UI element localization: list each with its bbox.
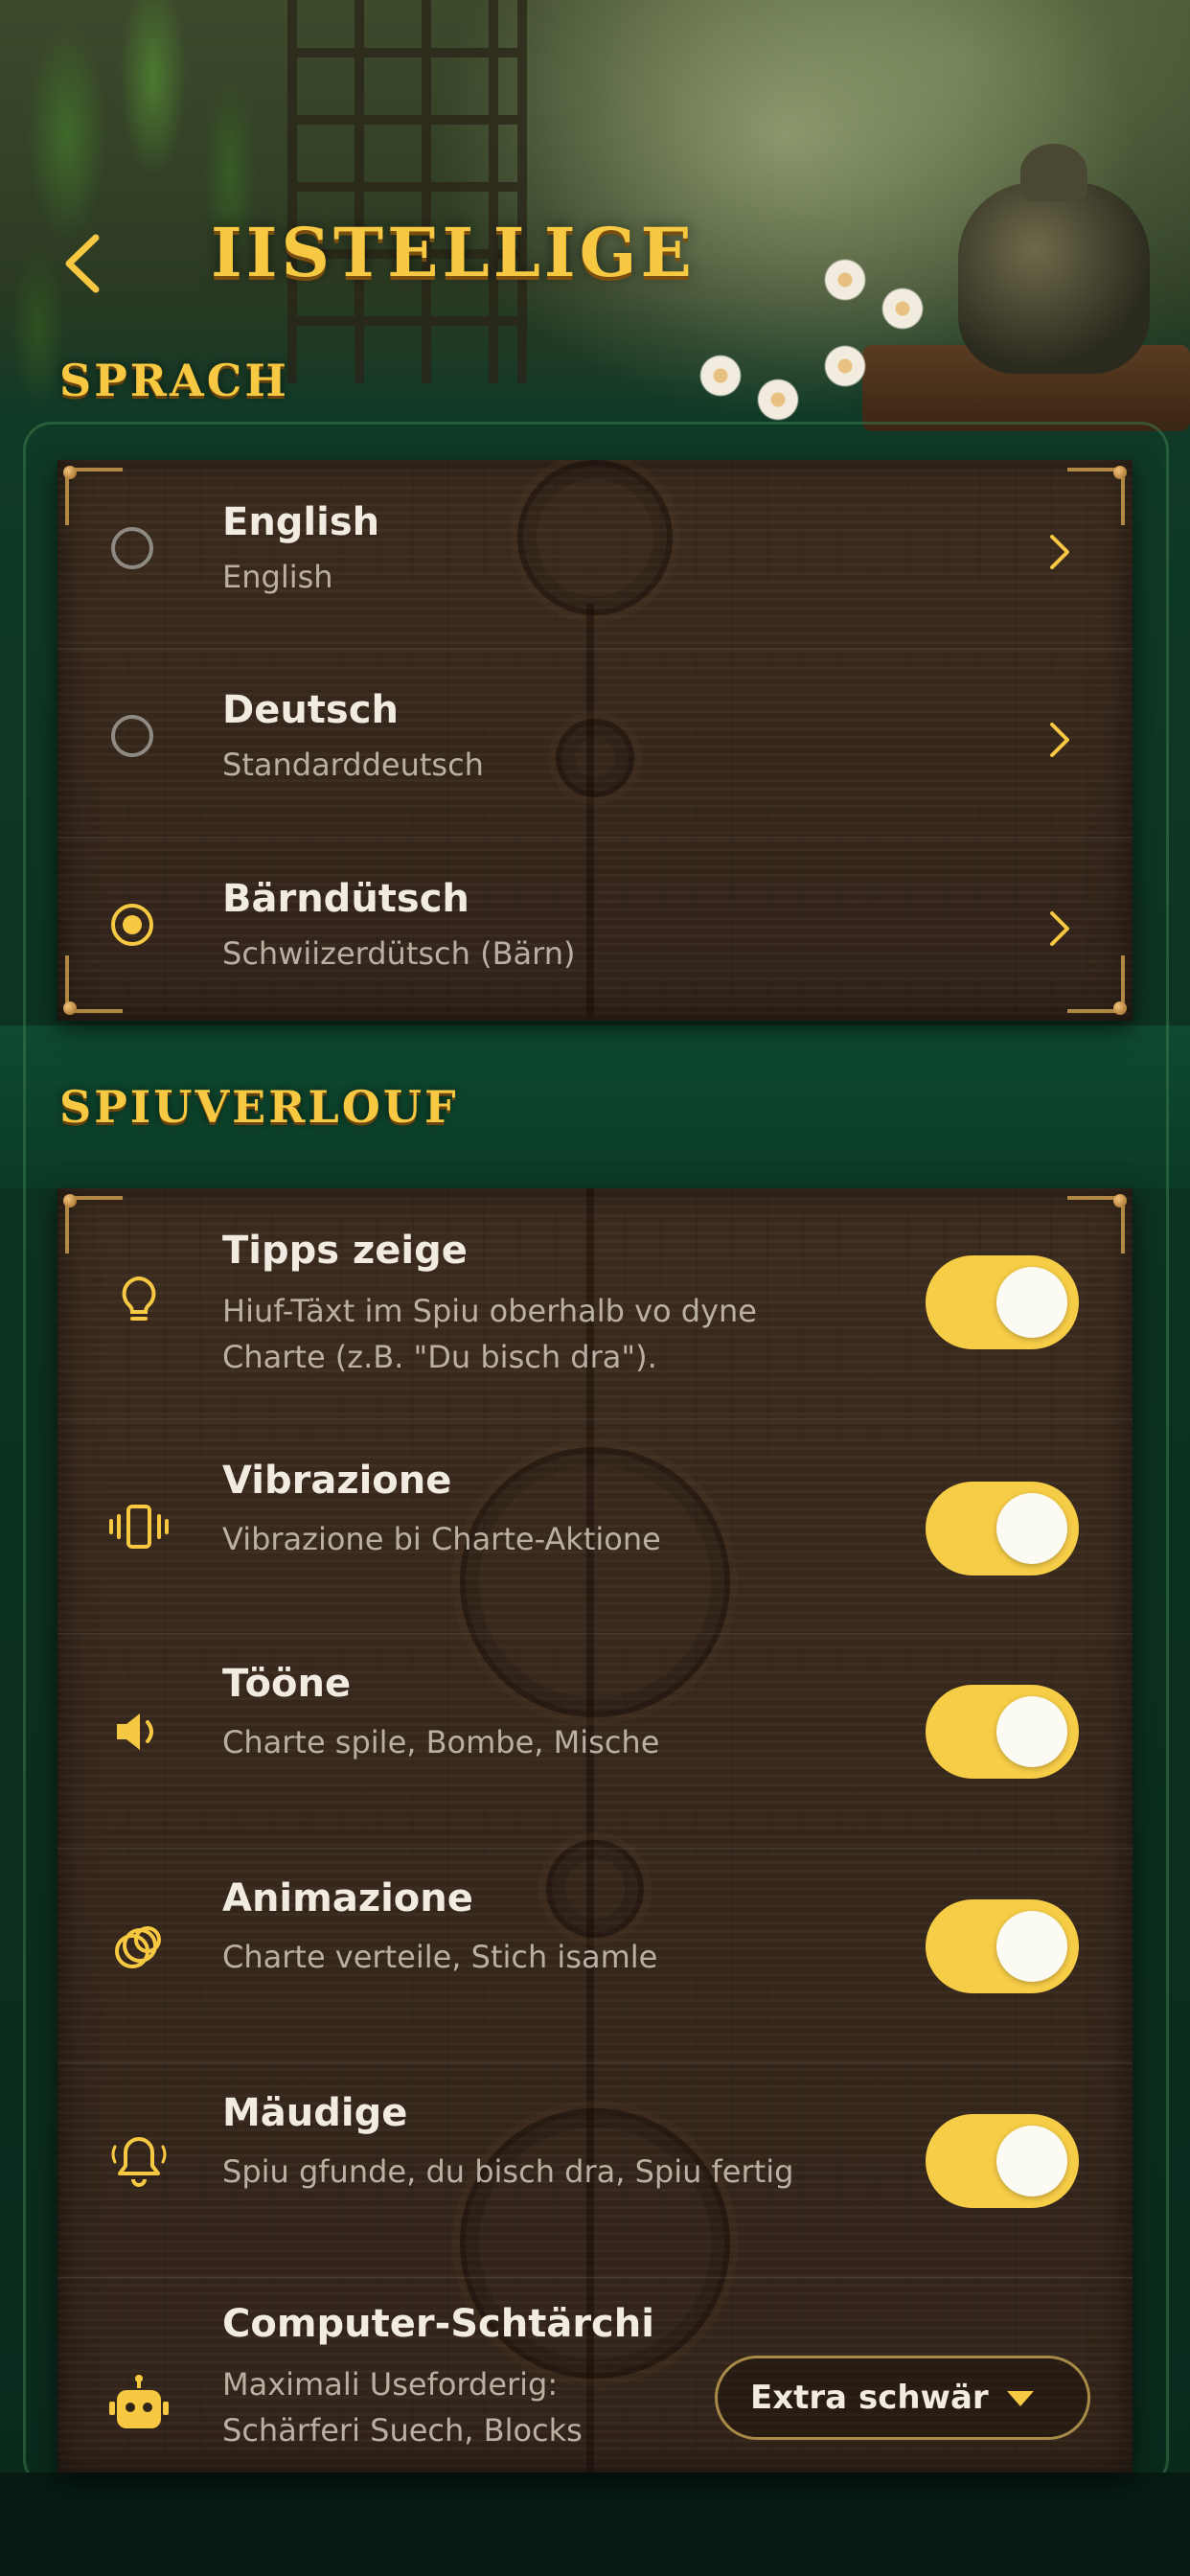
lightbulb-icon bbox=[122, 1276, 156, 1321]
toggle-knob bbox=[996, 1696, 1067, 1767]
radio-button-selected[interactable] bbox=[111, 904, 153, 946]
setting-sublabel: Maximali Useforderig: bbox=[222, 2366, 559, 2403]
setting-sublabel: Charte verteile, Stich isamle bbox=[222, 1939, 658, 1975]
bottom-shade bbox=[0, 2472, 1190, 2576]
option-label: Bärndütsch bbox=[222, 877, 469, 921]
dropdown-value: Extra schwär bbox=[750, 2379, 989, 2417]
setting-row-sounds: Tööne Charte spile, Bombe, Mische bbox=[57, 1635, 1133, 1848]
setting-sublabel: Vibrazione bi Charte-Aktione bbox=[222, 1521, 661, 1557]
option-sublabel: English bbox=[222, 559, 333, 595]
chevron-right-icon bbox=[1050, 911, 1069, 946]
option-sublabel: Schwiizerdütsch (Bärn) bbox=[222, 935, 576, 972]
window-lattice-decoration bbox=[287, 0, 527, 383]
difficulty-dropdown[interactable]: Extra schwär bbox=[715, 2356, 1090, 2440]
setting-row-difficulty: Computer-Schtärchi Maximali Useforderig:… bbox=[57, 2279, 1133, 2472]
radio-button[interactable] bbox=[111, 527, 153, 569]
setting-sublabel: Hiuf-Täxt im Spiu oberhalb vo dyne bbox=[222, 1293, 757, 1329]
back-button[interactable] bbox=[48, 225, 115, 302]
setting-label: Animazione bbox=[222, 1876, 473, 1920]
chevron-right-icon bbox=[1050, 535, 1069, 569]
setting-sublabel: Spiu gfunde, du bisch dra, Spiu fertig bbox=[222, 2153, 794, 2190]
rings-icon bbox=[115, 1926, 161, 1968]
toggle-knob bbox=[996, 1267, 1067, 1338]
chevron-left-icon bbox=[65, 234, 100, 293]
language-option-deutsch[interactable]: Deutsch Standarddeutsch bbox=[57, 650, 1133, 837]
caret-down-icon bbox=[1007, 2391, 1034, 2406]
bell-icon bbox=[111, 2137, 167, 2187]
toggle-knob bbox=[996, 1911, 1067, 1982]
setting-sublabel: Schärferi Suech, Blocks bbox=[222, 2412, 583, 2449]
animations-toggle[interactable] bbox=[926, 1899, 1079, 1993]
option-label: Deutsch bbox=[222, 688, 399, 732]
notifications-toggle[interactable] bbox=[926, 2114, 1079, 2208]
setting-label: Mäudige bbox=[222, 2091, 408, 2135]
sounds-toggle[interactable] bbox=[926, 1685, 1079, 1779]
incense-burner-decoration bbox=[958, 144, 1150, 374]
setting-label: Tööne bbox=[222, 1662, 352, 1706]
section-title-language: SPRACH bbox=[59, 355, 289, 406]
setting-label: Computer-Schtärchi bbox=[222, 2302, 654, 2346]
language-option-english[interactable]: English English bbox=[57, 460, 1133, 648]
option-sublabel: Standarddeutsch bbox=[222, 747, 484, 783]
speaker-icon bbox=[117, 1714, 153, 1750]
setting-row-tips: Tipps zeige Hiuf-Täxt im Spiu oberhalb v… bbox=[57, 1188, 1133, 1418]
setting-row-vibration: Vibrazione Vibrazione bi Charte-Aktione bbox=[57, 1420, 1133, 1633]
language-panel: English English Deutsch Standarddeutsch … bbox=[57, 460, 1133, 1021]
tips-toggle[interactable] bbox=[926, 1255, 1079, 1349]
setting-sublabel: Charte (z.B. "Du bisch dra"). bbox=[222, 1339, 657, 1375]
setting-label: Vibrazione bbox=[222, 1459, 452, 1503]
blossom-decoration bbox=[824, 345, 866, 387]
vibration-icon bbox=[109, 1505, 169, 1549]
setting-row-animations: Animazione Charte verteile, Stich isamle bbox=[57, 1850, 1133, 2062]
blossom-decoration bbox=[824, 259, 866, 301]
robot-icon bbox=[109, 2375, 169, 2428]
radio-button[interactable] bbox=[111, 715, 153, 757]
setting-label: Tipps zeige bbox=[222, 1229, 468, 1273]
page-title: IISTELLIGE bbox=[211, 213, 696, 292]
setting-sublabel: Charte spile, Bombe, Mische bbox=[222, 1724, 660, 1760]
toggle-knob bbox=[996, 2126, 1067, 2196]
gameplay-panel: Tipps zeige Hiuf-Täxt im Spiu oberhalb v… bbox=[57, 1188, 1133, 2472]
toggle-knob bbox=[996, 1493, 1067, 1564]
blossom-decoration bbox=[757, 379, 799, 421]
section-title-gameplay: SPIUVERLOUF bbox=[59, 1081, 459, 1133]
chevron-right-icon bbox=[1050, 723, 1069, 757]
setting-row-notifications: Mäudige Spiu gfunde, du bisch dra, Spiu … bbox=[57, 2064, 1133, 2277]
blossom-decoration bbox=[881, 288, 924, 330]
option-label: English bbox=[222, 500, 380, 544]
language-option-baerndutsch[interactable]: Bärndütsch Schwiizerdütsch (Bärn) bbox=[57, 839, 1133, 1021]
vibration-toggle[interactable] bbox=[926, 1482, 1079, 1576]
blossom-decoration bbox=[699, 355, 742, 397]
